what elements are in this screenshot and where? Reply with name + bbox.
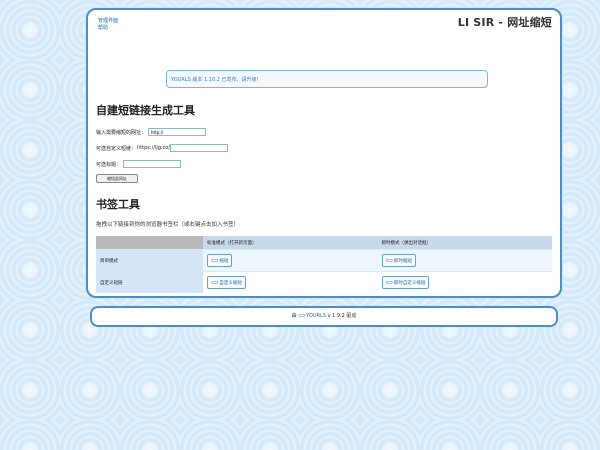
table-cell: ⊂⊃ 即时缩短 xyxy=(377,249,552,272)
shorten-section-title: 自建短链接生成工具 xyxy=(96,104,195,117)
table-header-empty xyxy=(96,236,203,250)
footer-prefix: 由 xyxy=(291,313,297,319)
table-header-standard: 标准模式（打开新页面） xyxy=(203,236,378,250)
footer: 由 ⊂⊃ YOURLS v 1.9.2 驱动 xyxy=(90,306,558,327)
url-row: 输入需要缩短的网址： xyxy=(96,128,207,136)
table-row: 简单模式 ⊂⊃ 缩短 ⊂⊃ 即时缩短 xyxy=(96,249,552,272)
simple-instant-bookmarklet[interactable]: ⊂⊃ 即时缩短 xyxy=(381,254,416,267)
nav-links: 管理界面 帮助 xyxy=(98,18,118,32)
link-icon: ⊂⊃ xyxy=(385,257,393,264)
custom-standard-bookmarklet[interactable]: ⊂⊃ 自定义缩短 xyxy=(207,276,246,289)
link-icon: ⊂⊃ xyxy=(298,313,305,319)
bookmarklet-label: 缩短 xyxy=(219,258,229,264)
link-icon: ⊂⊃ xyxy=(211,279,218,286)
table-header-instant: 即时模式（弹出对话框） xyxy=(377,236,552,250)
keyword-input[interactable] xyxy=(169,144,228,152)
url-input[interactable] xyxy=(148,128,207,136)
bookmarklet-description: 拖拽以下链接到你的浏览器书签栏（或右键点击加入书签） xyxy=(96,222,240,228)
row-label-simple: 简单模式 xyxy=(96,249,203,272)
bookmarklet-label: 自定义缩短 xyxy=(219,280,242,286)
row-label-custom: 自定义短链 xyxy=(96,271,203,293)
table-cell: ⊂⊃ 缩短 xyxy=(203,249,378,272)
link-icon: ⊂⊃ xyxy=(211,257,218,264)
footer-suffix: v 1.9.2 驱动 xyxy=(327,313,357,319)
table-header-row: 标准模式（打开新页面） 即时模式（弹出对话框） xyxy=(96,236,552,250)
yourls-link[interactable]: YOURLS xyxy=(306,313,326,319)
title-label: 可选标题： xyxy=(96,161,122,168)
table-cell: ⊂⊃ 即时自定义缩短 xyxy=(377,271,552,293)
link-icon: ⊂⊃ xyxy=(385,279,393,286)
admin-link[interactable]: 管理界面 xyxy=(98,18,118,25)
keyword-label: 可选自定义短链： xyxy=(96,145,137,152)
main-panel: 管理界面 帮助 LI SIR - 网址缩短 YOURLS 版本 1.10.2 已… xyxy=(86,8,562,298)
simple-standard-bookmarklet[interactable]: ⊂⊃ 缩短 xyxy=(207,254,233,267)
upgrade-notice: YOURLS 版本 1.10.2 已发布，请升级！ xyxy=(166,70,488,88)
bookmarklet-label: 即时自定义缩短 xyxy=(393,280,426,286)
bookmarklet-section-title: 书签工具 xyxy=(96,198,140,211)
table-cell: ⊂⊃ 自定义缩短 xyxy=(203,271,378,293)
url-label: 输入需要缩短的网址： xyxy=(96,129,147,136)
title-input[interactable] xyxy=(123,160,182,168)
keyword-row: 可选自定义短链： https://ljg.co/ xyxy=(96,144,228,152)
bookmarklet-table: 标准模式（打开新页面） 即时模式（弹出对话框） 简单模式 ⊂⊃ 缩短 ⊂⊃ 即时… xyxy=(96,236,552,293)
help-link[interactable]: 帮助 xyxy=(98,25,118,32)
site-title: LI SIR - 网址缩短 xyxy=(457,16,552,29)
table-row: 自定义短链 ⊂⊃ 自定义缩短 ⊂⊃ 即时自定义缩短 xyxy=(96,271,552,293)
title-row: 可选标题： xyxy=(96,160,182,168)
shorten-submit-button[interactable]: 缩短此网址 xyxy=(96,174,138,183)
keyword-prefix: https://ljg.co/ xyxy=(137,145,170,151)
custom-instant-bookmarklet[interactable]: ⊂⊃ 即时自定义缩短 xyxy=(381,276,430,289)
bookmarklet-label: 即时缩短 xyxy=(393,258,412,264)
